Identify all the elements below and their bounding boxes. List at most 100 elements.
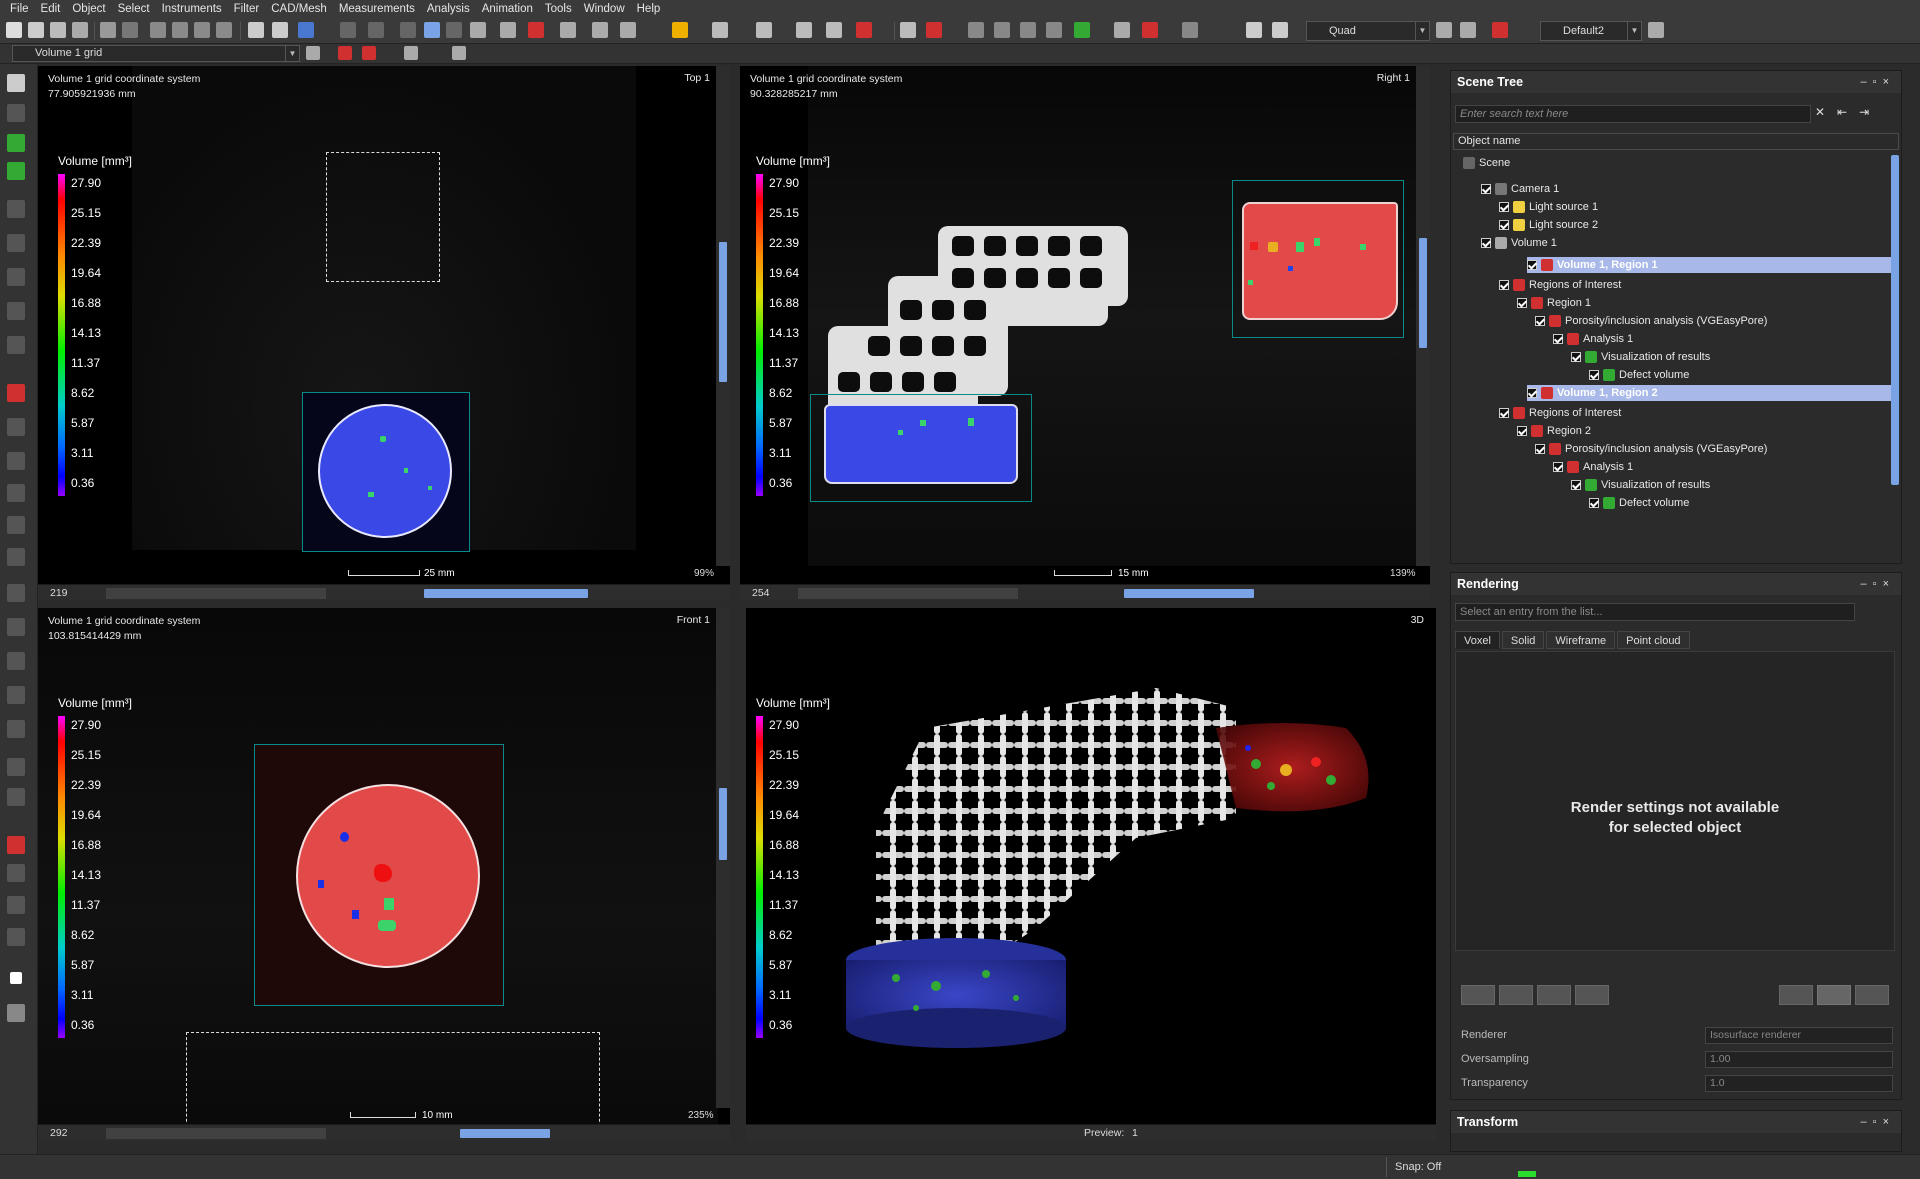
tree-item[interactable]: Light source 1 [1453, 199, 1893, 215]
render-opt-icon-2[interactable] [1817, 985, 1851, 1005]
view-top[interactable]: Volume 1 grid coordinate system 77.90592… [38, 66, 730, 584]
lasso-icon[interactable] [7, 200, 25, 218]
tree-item[interactable]: Porosity/inclusion analysis (VGEasyPore) [1453, 441, 1893, 457]
tree-item[interactable]: Defect volume [1453, 367, 1893, 383]
undo-icon[interactable] [100, 22, 116, 38]
visibility-checkbox[interactable] [1527, 260, 1537, 271]
region-icon[interactable] [7, 384, 25, 402]
render-mode-icon-3[interactable] [1537, 985, 1571, 1005]
menu-measurements[interactable]: Measurements [333, 0, 421, 18]
tree-item[interactable]: Region 2 [1453, 423, 1893, 439]
snap-icon[interactable] [404, 46, 418, 60]
render-preset-select[interactable]: Select an entry from the list... [1455, 603, 1855, 621]
tab-solid[interactable]: Solid [1501, 631, 1545, 649]
visibility-checkbox[interactable] [1499, 280, 1509, 291]
menu-tools[interactable]: Tools [539, 0, 578, 18]
marker-add-icon[interactable] [362, 46, 376, 60]
distance-icon[interactable] [470, 22, 486, 38]
tree-item[interactable]: Defect volume [1453, 495, 1893, 511]
stack-icon[interactable] [7, 652, 25, 670]
tree-item[interactable]: Scene [1453, 155, 1893, 171]
bookmark-icon[interactable] [712, 22, 728, 38]
circle-select-icon[interactable] [7, 268, 25, 286]
split-icon[interactable] [7, 584, 25, 602]
layout-edit-icon[interactable] [1460, 22, 1476, 38]
menu-instruments[interactable]: Instruments [156, 0, 228, 18]
tree-item[interactable]: Light source 2 [1453, 217, 1893, 233]
layer-icon[interactable] [7, 618, 25, 636]
view-scrollbar[interactable] [716, 608, 730, 1108]
tree-item[interactable]: Regions of Interest [1453, 277, 1893, 293]
visibility-checkbox[interactable] [1571, 480, 1581, 491]
color-swatch[interactable] [10, 972, 22, 984]
menu-file[interactable]: File [4, 0, 35, 18]
open-file-icon[interactable] [28, 22, 44, 38]
magic-wand-icon[interactable] [7, 162, 25, 180]
tree-item[interactable]: Volume 1 [1453, 235, 1893, 251]
invert-icon[interactable] [7, 516, 25, 534]
transform-icon[interactable] [248, 22, 264, 38]
sphere-select-icon[interactable] [7, 302, 25, 320]
cut-icon[interactable] [150, 22, 166, 38]
render-mode-icon-2[interactable] [1499, 985, 1533, 1005]
sphere-icon[interactable] [856, 22, 872, 38]
save-as-icon[interactable] [72, 22, 88, 38]
visibility-checkbox[interactable] [1499, 220, 1509, 231]
pen-icon[interactable] [7, 896, 25, 914]
coordinate-icon[interactable] [560, 22, 576, 38]
visibility-checkbox[interactable] [1571, 352, 1581, 363]
tree-item[interactable]: Analysis 1 [1453, 459, 1893, 475]
render-mode-icon-1[interactable] [1461, 985, 1495, 1005]
chart-icon[interactable] [1182, 22, 1198, 38]
view-3d[interactable]: 3D Volume [mm³] 27.90 25.15 22.39 19.64 … [746, 608, 1436, 1124]
pin-icon[interactable] [306, 46, 320, 60]
render-opt-icon-3[interactable] [1855, 985, 1889, 1005]
mesh-icon[interactable] [1046, 22, 1062, 38]
select-tool-icon[interactable] [298, 22, 314, 38]
render-opt-icon-1[interactable] [1779, 985, 1813, 1005]
broadcast-icon[interactable] [1272, 22, 1288, 38]
save-icon[interactable] [50, 22, 66, 38]
tree-item-selected[interactable]: Volume 1, Region 2 [1527, 385, 1899, 401]
target-icon[interactable] [826, 22, 842, 38]
menu-object[interactable]: Object [66, 0, 111, 18]
prop-oversampling-value[interactable]: 1.00 [1705, 1051, 1893, 1068]
visibility-checkbox[interactable] [1481, 184, 1491, 195]
slice-slider[interactable] [424, 589, 588, 598]
prop-renderer-value[interactable]: Isosurface renderer [1705, 1027, 1893, 1044]
fill-icon[interactable] [7, 418, 25, 436]
marker-icon[interactable] [338, 46, 352, 60]
visibility-checkbox[interactable] [1589, 498, 1599, 509]
tab-wireframe[interactable]: Wireframe [1546, 631, 1616, 649]
redo-icon[interactable] [122, 22, 138, 38]
tree-column-header[interactable]: Object name [1453, 133, 1899, 150]
wrench-icon[interactable] [1648, 22, 1664, 38]
tree-item[interactable]: Visualization of results [1453, 349, 1893, 365]
visibility-checkbox[interactable] [1481, 238, 1491, 249]
ruler-icon[interactable] [592, 22, 608, 38]
visibility-checkbox[interactable] [1517, 298, 1527, 309]
defect-icon[interactable] [528, 22, 544, 38]
panel-controls[interactable]: –▫× [1861, 1111, 1895, 1133]
settings-strip-icon[interactable] [7, 1004, 25, 1022]
angle-icon[interactable] [756, 22, 772, 38]
tab-voxel[interactable]: Voxel [1455, 631, 1500, 649]
pan-icon[interactable] [7, 104, 25, 122]
profile-combo[interactable]: Default2 ▼ [1540, 21, 1642, 41]
menu-animation[interactable]: Animation [476, 0, 539, 18]
search-actions[interactable]: ✕⇤⇥ [1815, 105, 1899, 123]
tree-item[interactable]: Visualization of results [1453, 477, 1893, 493]
smooth-icon[interactable] [7, 788, 25, 806]
grid-icon[interactable] [400, 22, 416, 38]
plane-icon[interactable] [796, 22, 812, 38]
annotation-icon[interactable] [446, 22, 462, 38]
pointer-icon[interactable] [7, 74, 25, 92]
view-front[interactable]: Volume 1 grid coordinate system 103.8154… [38, 608, 730, 1124]
view-right[interactable]: Volume 1 grid coordinate system 90.32828… [740, 66, 1430, 584]
clear-icon[interactable] [368, 22, 384, 38]
axis-icon[interactable] [620, 22, 636, 38]
layout-save-icon[interactable] [1436, 22, 1452, 38]
caliper-icon[interactable] [500, 22, 516, 38]
menu-help[interactable]: Help [631, 0, 667, 18]
surface-icon[interactable] [1020, 22, 1036, 38]
